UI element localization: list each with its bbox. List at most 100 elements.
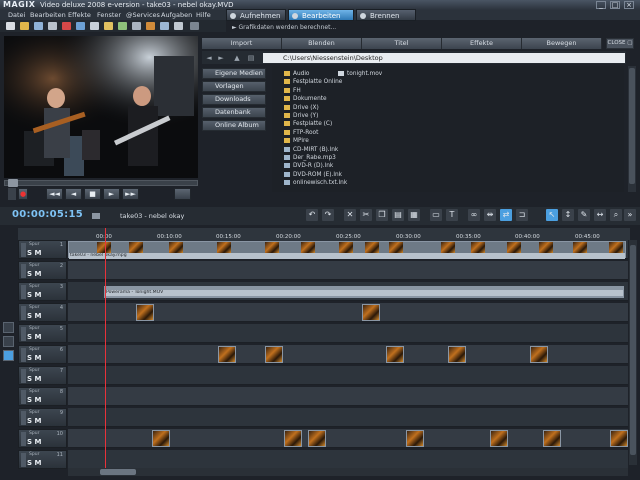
tab-effekte[interactable]: Effekte [442, 38, 522, 49]
file-item[interactable]: Drive (X) [284, 104, 319, 112]
mute-button[interactable]: M [34, 312, 41, 320]
solo-button[interactable]: S [27, 333, 32, 341]
unlink-icon[interactable]: ⇹ [484, 209, 496, 221]
title-text-icon[interactable]: T [446, 209, 458, 221]
video-clip-small[interactable] [530, 346, 548, 363]
track-header[interactable]: Spur 1 S M [18, 240, 67, 259]
track-header[interactable]: Spur 4 S M [18, 303, 67, 322]
video-clip-small[interactable] [490, 430, 508, 447]
video-clip-small[interactable] [218, 346, 236, 363]
mute-button[interactable]: M [34, 354, 41, 362]
snap-icon[interactable]: ⊐ [516, 209, 528, 221]
file-item[interactable]: MPire [284, 137, 309, 145]
solo-button[interactable]: S [27, 291, 32, 299]
camera-icon[interactable] [76, 22, 85, 30]
timecode-display[interactable]: 00:00:05:15 [12, 209, 83, 220]
timeline-horizontal-scroll-thumb[interactable] [100, 469, 136, 475]
video-clip-small[interactable] [610, 430, 628, 447]
file-item[interactable]: Drive (Y) [284, 112, 318, 120]
close-window-button[interactable]: × [624, 1, 634, 9]
file-list-scroll-thumb[interactable] [629, 68, 635, 184]
file-item[interactable]: FTP-Root [284, 129, 318, 137]
solo-button[interactable]: S [27, 249, 32, 257]
file-item[interactable]: Dokumente [284, 95, 327, 103]
solo-mute-buttons[interactable]: S M [27, 270, 41, 278]
track-header[interactable]: Spur 6 S M [18, 345, 67, 364]
menu-services[interactable]: @Services [126, 11, 160, 19]
mute-button[interactable]: M [34, 375, 41, 383]
video-clip-main[interactable]: take03 - nebel okay.mpg [68, 241, 626, 259]
tab-bewegen[interactable]: Bewegen [522, 38, 602, 49]
track-lane[interactable] [68, 408, 628, 427]
step-back-button[interactable]: ◄ [65, 188, 82, 200]
track-header[interactable]: Spur 7 S M [18, 366, 67, 385]
path-field[interactable]: C:\Users\Niessenstein\Desktop [263, 53, 625, 63]
arrangement-dropdown-icon[interactable] [92, 213, 100, 219]
window-icon[interactable] [160, 22, 169, 30]
more-tools-icon[interactable]: » [624, 209, 636, 221]
file-item[interactable]: Der_Rabe.mp3 [284, 154, 336, 162]
marker-icon[interactable]: ▭ [430, 209, 442, 221]
solo-mute-buttons[interactable]: S M [27, 333, 41, 341]
playhead[interactable] [105, 228, 106, 468]
mute-button[interactable]: M [34, 438, 41, 446]
tab-blenden[interactable]: Blenden [282, 38, 362, 49]
video-clip-small[interactable] [406, 430, 424, 447]
forward-arrow-icon[interactable]: ► [216, 53, 226, 63]
new-file-icon[interactable] [6, 22, 15, 30]
solo-button[interactable]: S [27, 354, 32, 362]
group-icon[interactable]: ▦ [408, 209, 420, 221]
menu-datei[interactable]: Datei [8, 11, 25, 19]
solo-mute-buttons[interactable]: S M [27, 438, 41, 446]
track-lane[interactable] [68, 387, 628, 406]
track-header[interactable]: Spur 8 S M [18, 387, 67, 406]
effects-icon[interactable] [146, 22, 155, 30]
file-item[interactable]: DVD-R (D).lnk [284, 162, 333, 170]
redo-icon[interactable]: ↷ [322, 209, 334, 221]
file-item[interactable]: CD-MIRT (B).lnk [284, 146, 338, 154]
track-header[interactable]: Spur 11 S M [18, 450, 67, 469]
track-header[interactable]: Spur 2 S M [18, 261, 67, 280]
cut-icon[interactable]: ✂ [360, 209, 372, 221]
tab-aufnehmen[interactable]: Aufnehmen [226, 9, 286, 21]
video-clip-small[interactable] [543, 430, 561, 447]
solo-mute-buttons[interactable]: S M [27, 417, 41, 425]
solo-button[interactable]: S [27, 312, 32, 320]
solo-mute-buttons[interactable]: S M [27, 291, 41, 299]
video-clip-small[interactable] [152, 430, 170, 447]
file-item[interactable]: onlinewisch.txt.lnk [284, 179, 347, 187]
paste-icon[interactable]: ▤ [392, 209, 404, 221]
view-mode-icon[interactable]: ▤ [246, 53, 256, 63]
open-folder-icon[interactable] [20, 22, 29, 30]
solo-button[interactable]: S [27, 438, 32, 446]
solo-mute-buttons[interactable]: S M [27, 396, 41, 404]
track-lane[interactable] [68, 324, 628, 343]
menu-bearbeiten[interactable]: Bearbeiten [30, 11, 66, 19]
copy-icon[interactable]: ❐ [376, 209, 388, 221]
video-clip-small[interactable] [284, 430, 302, 447]
menu-hilfe[interactable]: Hilfe [196, 11, 211, 19]
tab-bearbeiten[interactable]: Bearbeiten [288, 9, 354, 21]
file-item[interactable]: FH [284, 87, 301, 95]
tab-titel[interactable]: Titel [362, 38, 442, 49]
split-tool-icon[interactable]: ↕ [562, 209, 574, 221]
menu-effekte[interactable]: Effekte [68, 11, 91, 19]
magic-icon[interactable] [104, 22, 113, 30]
record-button[interactable]: ● [18, 188, 28, 200]
link-icon[interactable]: ∞ [468, 209, 480, 221]
stop-button[interactable]: ■ [84, 188, 101, 200]
solo-mute-buttons[interactable]: S M [27, 375, 41, 383]
pointer-icon[interactable]: ↖ [546, 209, 558, 221]
solo-mute-buttons[interactable]: S M [27, 354, 41, 362]
video-preview[interactable] [4, 36, 198, 178]
mute-button[interactable]: M [34, 270, 41, 278]
solo-mute-buttons[interactable]: S M [27, 312, 41, 320]
video-clip-small[interactable] [308, 430, 326, 447]
track-lane[interactable] [68, 450, 628, 469]
menu-aufgaben[interactable]: Aufgaben [161, 11, 192, 19]
sidebar-item-online-album[interactable]: Online Album [202, 120, 266, 131]
sidebar-item-vorlagen[interactable]: Vorlagen [202, 81, 266, 92]
mute-button[interactable]: M [34, 417, 41, 425]
mute-button[interactable]: M [34, 396, 41, 404]
video-clip-small[interactable] [386, 346, 404, 363]
